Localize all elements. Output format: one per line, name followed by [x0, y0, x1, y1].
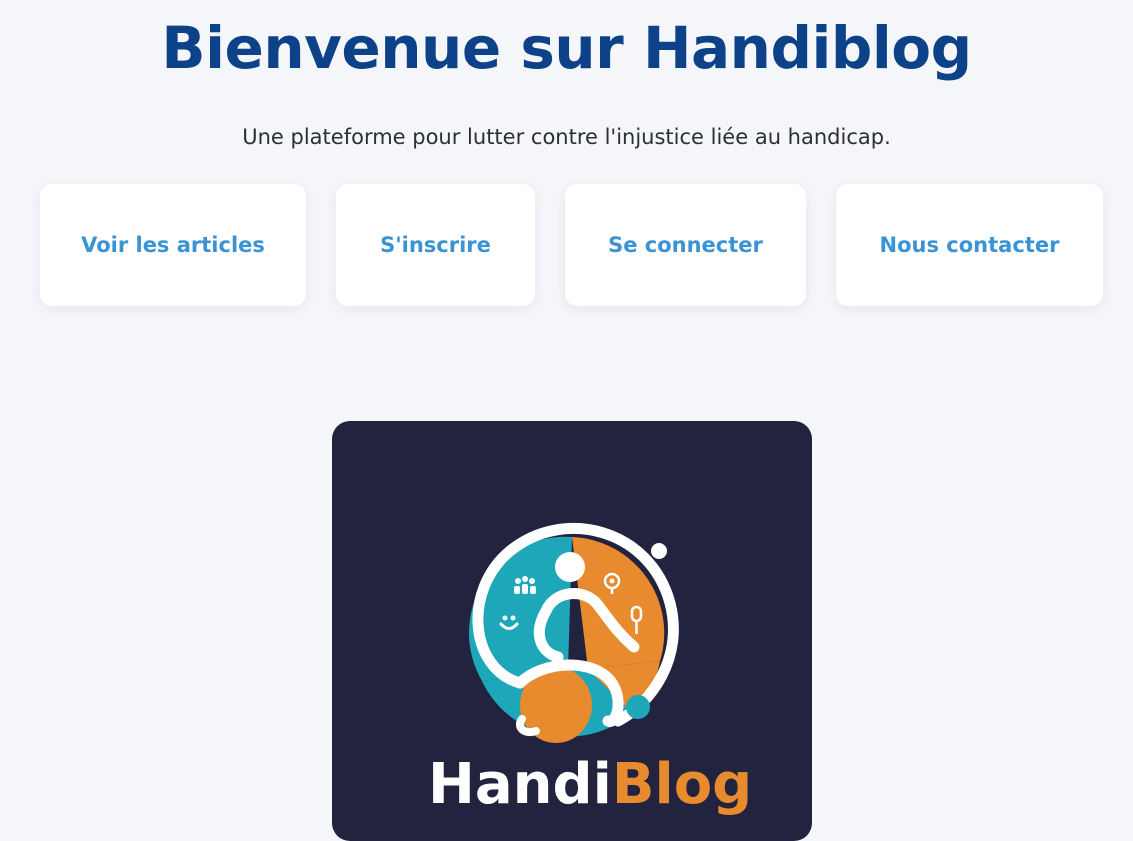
- login-label: Se connecter: [608, 233, 763, 257]
- person-head-icon: [555, 552, 585, 582]
- handiblog-logo-panel: HandiBlog: [332, 421, 812, 841]
- dot-teal-icon: [626, 695, 650, 719]
- page-subtitle: Une plateforme pour lutter contre l'inju…: [242, 125, 891, 149]
- signup-label: S'inscrire: [380, 233, 491, 257]
- view-articles-card[interactable]: Voir les articles: [40, 184, 306, 306]
- dot-white-icon: [651, 543, 667, 559]
- login-card[interactable]: Se connecter: [565, 184, 806, 306]
- logo-wordmark: HandiBlog: [428, 752, 752, 817]
- logo-wordmark-blog: Blog: [612, 752, 752, 817]
- handiblog-logo: HandiBlog: [428, 523, 752, 817]
- contact-card[interactable]: Nous contacter: [836, 184, 1103, 306]
- view-articles-label: Voir les articles: [81, 233, 265, 257]
- contact-label: Nous contacter: [879, 233, 1060, 257]
- logo-wordmark-handi: Handi: [428, 752, 612, 817]
- page-title: Bienvenue sur Handiblog: [161, 14, 972, 82]
- signup-card[interactable]: S'inscrire: [336, 184, 535, 306]
